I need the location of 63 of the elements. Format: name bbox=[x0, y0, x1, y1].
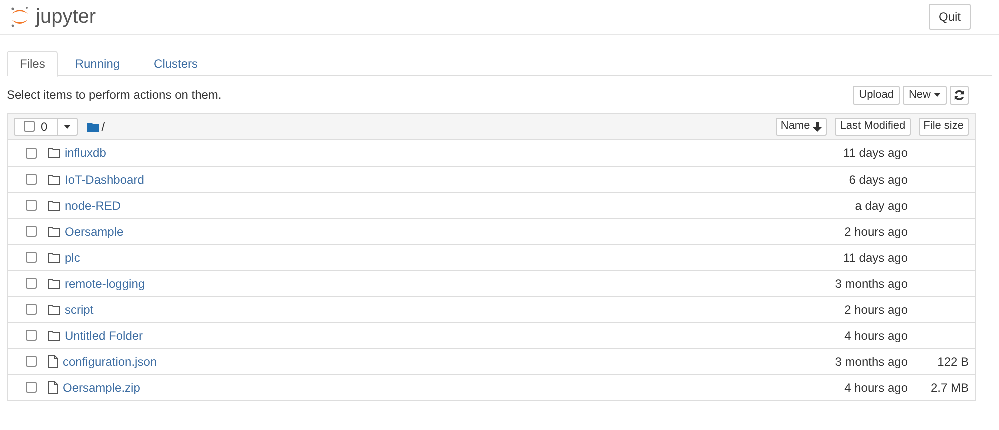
tab[interactable]: Files bbox=[7, 51, 58, 77]
file-size: 2.7 MB bbox=[930, 380, 969, 396]
folder-link[interactable]: influxdb bbox=[65, 144, 106, 162]
file-link[interactable]: configuration.json bbox=[63, 352, 158, 370]
modified-time: 3 months ago bbox=[835, 276, 908, 292]
sort-button[interactable]: Last Modified bbox=[835, 118, 911, 136]
upload-button[interactable]: Upload bbox=[853, 86, 900, 104]
row-checkbox[interactable] bbox=[26, 304, 37, 315]
row-checkbox[interactable] bbox=[26, 226, 37, 237]
folder-icon bbox=[48, 174, 60, 184]
refresh-icon bbox=[954, 90, 965, 100]
folder-icon bbox=[48, 252, 60, 262]
row-checkbox[interactable] bbox=[26, 382, 37, 393]
folder-link[interactable]: plc bbox=[65, 248, 80, 266]
refresh-button[interactable] bbox=[950, 86, 969, 104]
tab[interactable]: Running bbox=[58, 51, 138, 77]
select-all-checkbox[interactable] bbox=[24, 121, 35, 132]
modified-time: 4 hours ago bbox=[844, 380, 908, 396]
modified-time: a day ago bbox=[855, 198, 908, 214]
row-checkbox[interactable] bbox=[26, 356, 37, 367]
tab[interactable]: Clusters bbox=[137, 51, 216, 77]
logo-text: jupyter bbox=[36, 7, 96, 27]
folder-link[interactable]: node-RED bbox=[65, 196, 122, 214]
modified-time: 11 days ago bbox=[844, 250, 908, 266]
quit-button[interactable]: Quit bbox=[928, 4, 971, 30]
selected-count: 0 bbox=[41, 118, 48, 136]
modified-time: 2 hours ago bbox=[844, 302, 908, 318]
folder-link[interactable]: script bbox=[65, 300, 94, 318]
hint-text: Select items to perform actions on them. bbox=[7, 87, 222, 104]
caret-icon bbox=[64, 124, 71, 128]
folder-icon bbox=[48, 330, 60, 340]
row-checkbox[interactable] bbox=[26, 252, 37, 263]
folder-icon bbox=[86, 122, 99, 132]
row-checkbox[interactable] bbox=[26, 330, 37, 341]
folder-link[interactable]: Untitled Folder bbox=[65, 326, 144, 344]
logo-icon bbox=[10, 6, 30, 28]
file-link[interactable]: Oersample.zip bbox=[63, 378, 140, 396]
arrow-down-icon bbox=[813, 122, 822, 132]
row-checkbox[interactable] bbox=[26, 200, 37, 211]
folder-icon bbox=[48, 278, 60, 288]
caret-icon bbox=[934, 93, 941, 97]
sort-button[interactable]: Name bbox=[776, 118, 828, 136]
folder-link[interactable]: IoT-Dashboard bbox=[65, 170, 144, 188]
modified-time: 6 days ago bbox=[849, 172, 908, 188]
row-checkbox[interactable] bbox=[26, 148, 37, 158]
folder-icon bbox=[48, 148, 60, 158]
row-checkbox[interactable] bbox=[26, 174, 37, 185]
folder-link[interactable]: Oersample bbox=[65, 222, 124, 240]
folder-icon bbox=[48, 304, 60, 314]
folder-link[interactable]: remote-logging bbox=[65, 274, 146, 292]
file-icon bbox=[48, 355, 58, 368]
folder-icon bbox=[48, 200, 60, 210]
sort-button[interactable]: File size bbox=[918, 118, 969, 136]
file-size: 122 B bbox=[936, 354, 969, 370]
modified-time: 11 days ago bbox=[844, 145, 908, 162]
new-button[interactable]: New bbox=[902, 86, 947, 104]
modified-time: 2 hours ago bbox=[844, 224, 908, 240]
folder-icon bbox=[48, 226, 60, 236]
row-checkbox[interactable] bbox=[26, 278, 37, 289]
modified-time: 3 months ago bbox=[835, 354, 908, 370]
modified-time: 4 hours ago bbox=[844, 328, 908, 344]
path-link[interactable]: / bbox=[102, 118, 106, 136]
file-icon bbox=[48, 381, 58, 394]
